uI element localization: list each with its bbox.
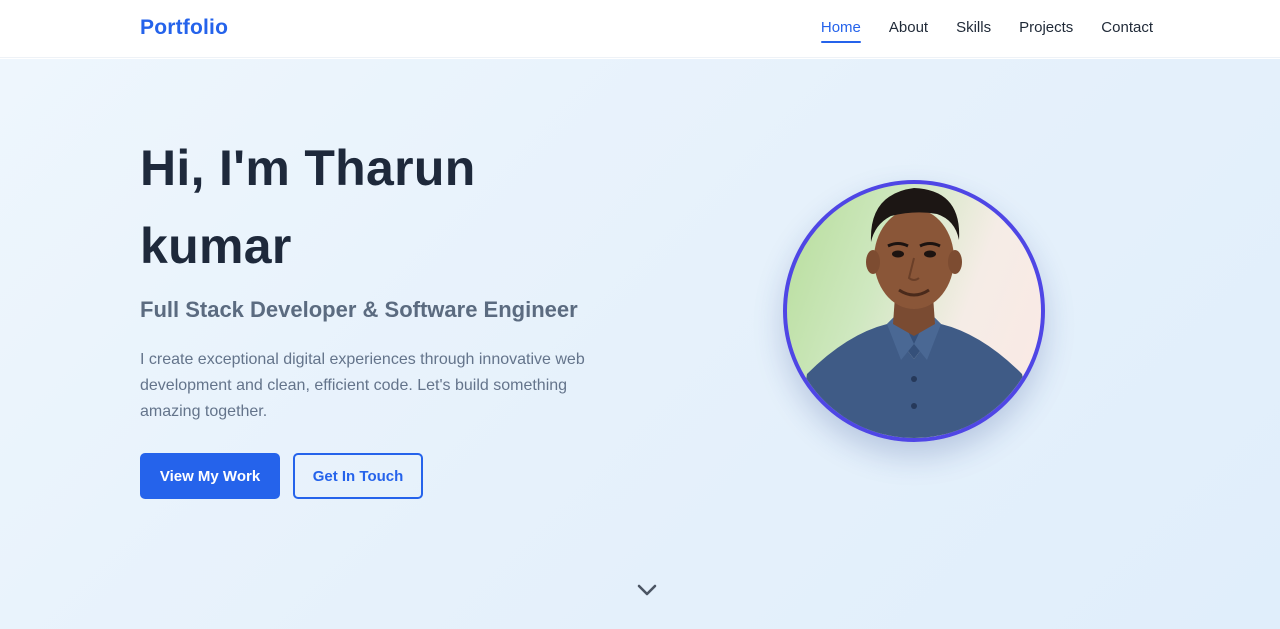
nav-link-home[interactable]: Home: [820, 19, 861, 43]
brand-logo[interactable]: Portfolio: [140, 16, 228, 40]
hero-section: Hi, I'm Tharun kumar Full Stack Develope…: [0, 59, 1280, 629]
nav-link-about[interactable]: About: [889, 19, 928, 41]
nav-links: Home About Skills Projects Contact: [820, 19, 1153, 43]
nav-link-contact[interactable]: Contact: [1101, 19, 1153, 41]
profile-photo: [783, 180, 1045, 442]
view-my-work-button[interactable]: View My Work: [140, 453, 280, 499]
nav-link-projects[interactable]: Projects: [1019, 19, 1073, 41]
hero-title: Hi, I'm Tharun kumar: [140, 140, 476, 274]
nav-link-skills[interactable]: Skills: [956, 19, 991, 41]
profile-photo-illustration: [797, 188, 1037, 438]
chevron-down-icon-svg: [637, 584, 657, 596]
chevron-down-icon[interactable]: [635, 578, 659, 602]
hero-description: I create exceptional digital experiences…: [140, 351, 585, 420]
get-in-touch-button[interactable]: Get In Touch: [293, 453, 423, 499]
navbar: Portfolio Home About Skills Projects Con…: [0, 0, 1280, 58]
hero-subtitle: Full Stack Developer & Software Engineer: [140, 297, 578, 322]
